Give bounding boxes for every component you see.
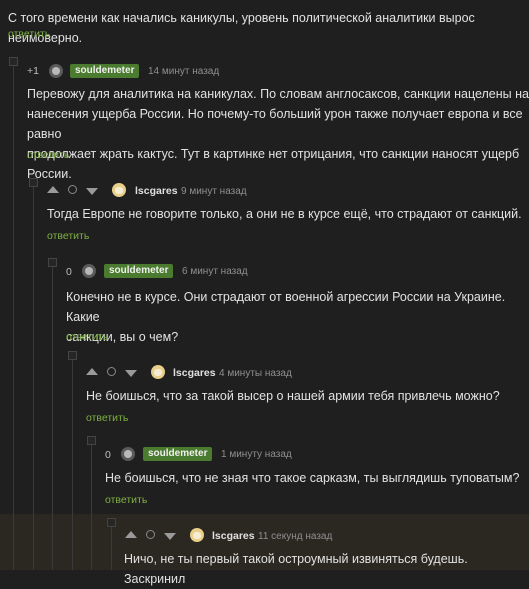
comment-text: Перевожу для аналитика на каникулах. По …: [27, 84, 529, 184]
comment-text: Ничо, не ты первый такой остроумный изви…: [124, 549, 529, 589]
comment-timestamp: 4 минуты назад: [219, 368, 292, 379]
clock-icon[interactable]: [68, 185, 77, 194]
reply-link[interactable]: ответить: [105, 494, 147, 506]
username-badge[interactable]: souldemeter: [104, 264, 174, 278]
comment-timestamp: 6 минут назад: [182, 266, 248, 277]
collapse-thread-button[interactable]: [68, 351, 77, 360]
reply-link[interactable]: ответить: [86, 412, 128, 424]
thread-line[interactable]: [111, 522, 112, 570]
avatar[interactable]: [151, 365, 165, 379]
downvote-icon[interactable]: [86, 188, 98, 195]
avatar[interactable]: [121, 447, 135, 461]
collapse-thread-button[interactable]: [107, 518, 116, 527]
collapse-thread-button[interactable]: [9, 57, 18, 66]
thread-line[interactable]: [91, 440, 92, 570]
thread-line[interactable]: [52, 262, 53, 570]
collapse-thread-button[interactable]: [87, 436, 96, 445]
thread-line[interactable]: [13, 60, 14, 570]
thread-line[interactable]: [72, 355, 73, 570]
comment-score: 0: [105, 449, 111, 461]
comment-line: Конечно не в курсе. Они страдают от воен…: [66, 290, 506, 324]
avatar[interactable]: [49, 64, 63, 78]
username-badge[interactable]: souldemeter: [70, 64, 140, 78]
reply-link[interactable]: ответить: [47, 230, 89, 242]
avatar[interactable]: [82, 264, 96, 278]
comment-timestamp: 14 минут назад: [148, 66, 220, 77]
downvote-icon[interactable]: [125, 370, 137, 377]
clock-icon[interactable]: [107, 367, 116, 376]
comment-line: Не боишься, что не зная что такое сарказ…: [105, 471, 520, 485]
collapse-thread-button[interactable]: [48, 258, 57, 267]
comment-timestamp: 11 секунд назад: [258, 531, 333, 542]
avatar[interactable]: [190, 528, 204, 542]
username[interactable]: lscgares: [173, 367, 216, 379]
avatar[interactable]: [112, 183, 126, 197]
reply-link[interactable]: ответить: [66, 331, 108, 343]
upvote-icon[interactable]: [125, 531, 137, 538]
comment-line: Ничо, не ты первый такой остроумный изви…: [124, 552, 468, 586]
upvote-icon[interactable]: [47, 186, 59, 193]
clock-icon[interactable]: [146, 530, 155, 539]
collapse-thread-button[interactable]: [29, 178, 38, 187]
upvote-icon[interactable]: [86, 368, 98, 375]
parent-comment-text: С того времени как начались каникулы, ур…: [8, 11, 475, 45]
comment-line: продолжает жрать кактус. Тут в картинке …: [27, 147, 520, 181]
comment-score: 0: [66, 266, 72, 278]
comment-text: Конечно не в курсе. Они страдают от воен…: [66, 287, 529, 347]
reply-link[interactable]: ответить: [8, 28, 50, 40]
comment-timestamp: 9 минут назад: [181, 186, 247, 197]
comment-line: санкции, вы о чем?: [66, 330, 179, 344]
username[interactable]: lscgares: [135, 185, 178, 197]
thread-line[interactable]: [33, 182, 34, 570]
comment-text: Не боишься, что за такой высер о нашей а…: [86, 386, 500, 406]
comment-text: Не боишься, что не зная что такое сарказ…: [105, 468, 519, 488]
comment-line: Тогда Европе не говорите только, а они н…: [47, 207, 522, 221]
comment-line: нанесения ущерба России. Но почему-то бо…: [27, 107, 523, 141]
comment-line: Перевожу для аналитика на каникулах. По …: [27, 87, 529, 101]
comment-text: Тогда Европе не говорите только, а они н…: [47, 204, 522, 224]
downvote-icon[interactable]: [164, 533, 176, 540]
comment-timestamp: 1 минуту назад: [221, 449, 292, 460]
comment-line: Не боишься, что за такой высер о нашей а…: [86, 389, 500, 403]
username-badge[interactable]: souldemeter: [143, 447, 213, 461]
comment-score: +1: [27, 65, 39, 77]
reply-link[interactable]: ответить: [27, 149, 69, 161]
username[interactable]: lscgares: [212, 530, 255, 542]
